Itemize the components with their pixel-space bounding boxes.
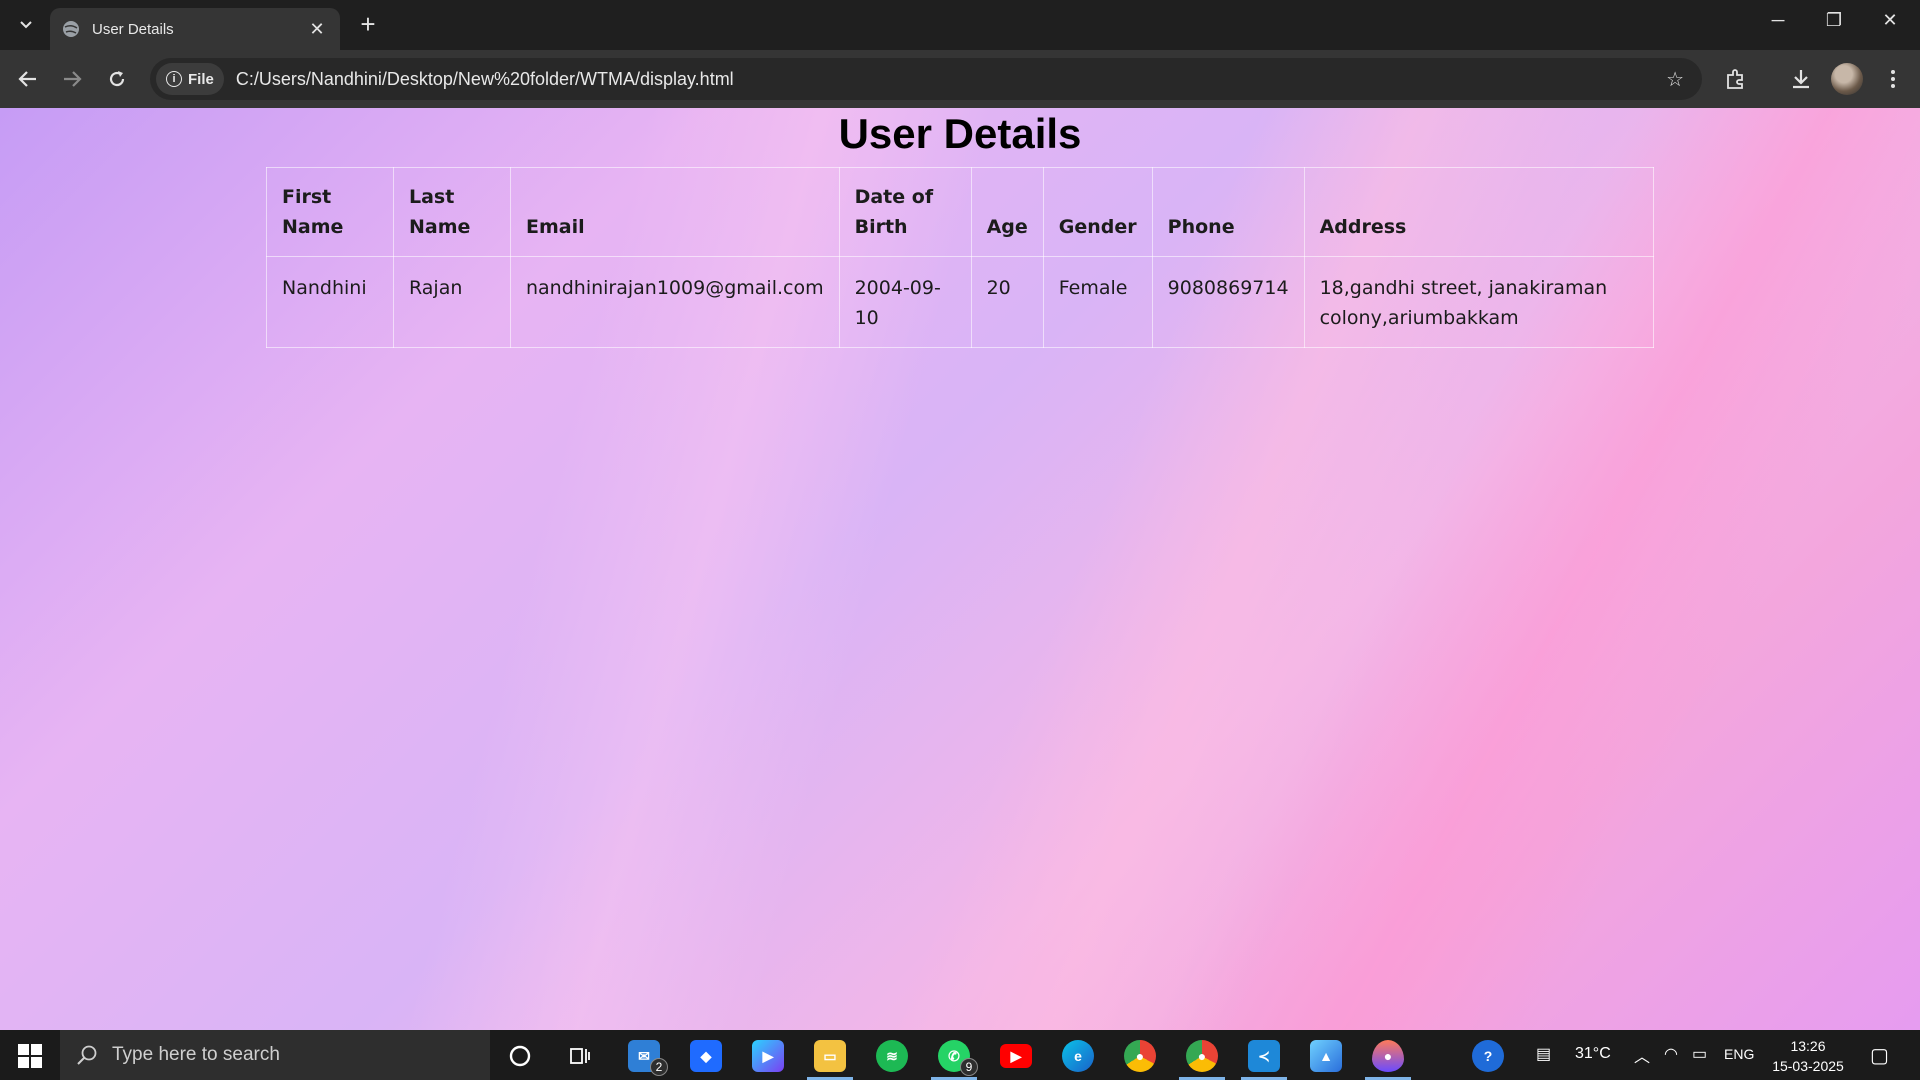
browser-menu-button[interactable] [1880, 66, 1906, 92]
taskbar-search[interactable]: Type here to search [60, 1030, 490, 1080]
header-date-of-birth: Date of Birth [838, 167, 972, 257]
minimize-button[interactable]: ─ [1758, 10, 1798, 31]
chevron-up-icon[interactable]: ︿ [1634, 1043, 1650, 1067]
close-window-button[interactable]: ✕ [1870, 10, 1910, 31]
cell-last-name: Rajan [393, 256, 511, 348]
back-button[interactable] [16, 67, 40, 91]
table-row: Nandhini Rajan nandhinirajan1009@gmail.c… [266, 256, 1655, 348]
puzzle-icon [1727, 69, 1743, 89]
forward-button[interactable] [60, 67, 84, 91]
downloads-button[interactable] [1788, 66, 1814, 92]
task-view-icon[interactable] [564, 1040, 596, 1072]
cell-address: 18,gandhi street, janakiraman colony,ari… [1303, 256, 1655, 348]
header-last-name: Last Name [393, 167, 511, 257]
cell-first-name: Nandhini [266, 256, 394, 348]
reload-button[interactable] [105, 67, 129, 91]
header-first-name: First Name [266, 167, 394, 257]
cell-email: nandhinirajan1009@gmail.com [510, 256, 840, 348]
bookmark-star-icon[interactable]: ☆ [1666, 67, 1684, 92]
cell-gender: Female [1042, 256, 1153, 348]
header-gender: Gender [1042, 167, 1153, 257]
arrow-right-icon [64, 71, 82, 87]
header-age: Age [970, 167, 1044, 257]
help-icon[interactable]: ? [1472, 1040, 1504, 1072]
header-email: Email [510, 167, 840, 257]
browser-toolbar: i File C:/Users/Nandhini/Desktop/New%20f… [0, 50, 1920, 108]
battery-icon[interactable]: ▭ [1692, 1044, 1707, 1064]
restore-button[interactable]: ❐ [1814, 10, 1854, 31]
dropbox-icon[interactable]: ◆ [690, 1040, 722, 1072]
windows-taskbar: Type here to search ✉ 2 ◆ ▶ ▭ ≋ ✆ 9 ▶ e … [0, 1030, 1920, 1080]
tab-bar: User Details ✕ + ─ ❐ ✕ [0, 0, 1920, 50]
kebab-menu-icon [1891, 70, 1895, 88]
chrome-profile-icon[interactable]: ● [1186, 1040, 1218, 1072]
arrow-left-icon [18, 71, 36, 87]
cortana-icon[interactable] [504, 1040, 536, 1072]
notifications-icon[interactable]: ▢ [1870, 1043, 1889, 1068]
search-icon [77, 1045, 97, 1065]
weather-temperature[interactable]: 31°C [1575, 1045, 1611, 1063]
vscode-icon[interactable]: ≺ [1248, 1040, 1280, 1072]
clock-date: 15-03-2025 [1772, 1058, 1844, 1074]
tab-search-button[interactable] [14, 13, 38, 37]
reload-icon [109, 71, 125, 87]
globe-icon [63, 21, 79, 37]
url-text[interactable]: C:/Users/Nandhini/Desktop/New%20folder/W… [236, 69, 1666, 90]
cell-date-of-birth: 2004-09-10 [838, 256, 972, 348]
active-tab[interactable]: User Details ✕ [50, 8, 340, 50]
paint-icon[interactable]: ● [1372, 1040, 1404, 1072]
download-icon [1793, 70, 1809, 89]
language-indicator[interactable]: ENG [1724, 1046, 1754, 1062]
start-button[interactable] [18, 1044, 42, 1068]
wifi-icon[interactable]: ◠ [1664, 1044, 1678, 1064]
news-icon[interactable]: ▤ [1536, 1044, 1551, 1064]
close-tab-icon[interactable]: ✕ [306, 19, 328, 40]
page-title: User Details [838, 110, 1082, 157]
address-bar[interactable]: i File C:/Users/Nandhini/Desktop/New%20f… [150, 58, 1702, 100]
profile-avatar[interactable] [1831, 63, 1863, 95]
mail-badge: 2 [650, 1058, 668, 1076]
photos-icon[interactable]: ▲ [1310, 1040, 1342, 1072]
youtube-icon[interactable]: ▶ [1000, 1044, 1032, 1068]
extensions-button[interactable] [1723, 66, 1749, 92]
info-icon: i [166, 71, 182, 87]
page-viewport: User Details First Name Last Name Email … [0, 108, 1920, 1030]
whatsapp-badge: 9 [960, 1058, 978, 1076]
file-explorer-icon[interactable]: ▭ [814, 1040, 846, 1072]
edge-icon[interactable]: e [1062, 1040, 1094, 1072]
tab-title: User Details [92, 20, 174, 38]
chevron-down-icon [20, 21, 32, 29]
table-header-row: First Name Last Name Email Date of Birth… [266, 167, 1655, 257]
cell-phone: 9080869714 [1151, 256, 1305, 348]
cell-age: 20 [970, 256, 1044, 348]
site-info-chip[interactable]: i File [156, 63, 224, 95]
user-details-table: First Name Last Name Email Date of Birth… [266, 167, 1655, 348]
copilot-icon[interactable]: ▶ [752, 1040, 784, 1072]
spotify-icon[interactable]: ≋ [876, 1040, 908, 1072]
header-phone: Phone [1151, 167, 1305, 257]
chrome-icon[interactable]: ● [1124, 1040, 1156, 1072]
clock[interactable]: 13:26 15-03-2025 [1768, 1036, 1848, 1076]
header-address: Address [1303, 167, 1655, 257]
url-scheme-label: File [188, 70, 214, 88]
clock-time: 13:26 [1790, 1038, 1826, 1054]
search-placeholder: Type here to search [112, 1044, 280, 1065]
new-tab-button[interactable]: + [354, 11, 382, 37]
